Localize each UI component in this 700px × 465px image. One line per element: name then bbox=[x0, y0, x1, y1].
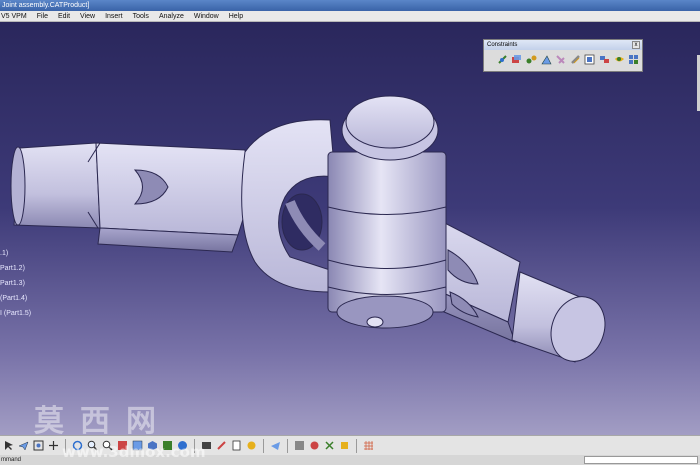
grid-icon[interactable] bbox=[362, 439, 375, 452]
3d-viewport[interactable]: .1) Part1.2) Part1.3) (Part1.4) I (Part1… bbox=[0, 22, 700, 435]
pan-icon[interactable] bbox=[47, 439, 60, 452]
menu-file[interactable]: File bbox=[32, 13, 53, 20]
window-title: Joint assembly.CATProduct] bbox=[0, 0, 700, 11]
measure-icon[interactable] bbox=[245, 439, 258, 452]
menu-bar: V5 VPM File Edit View Insert Tools Analy… bbox=[0, 11, 700, 22]
constraints-toolbar-title: Constraints bbox=[487, 42, 518, 48]
watermark-logo: 莫西网 bbox=[34, 404, 172, 439]
menu-analyze[interactable]: Analyze bbox=[154, 13, 189, 20]
toolbar-separator bbox=[356, 438, 357, 453]
quick-constraint-icon[interactable] bbox=[584, 53, 597, 66]
fly-mode-icon[interactable] bbox=[17, 439, 30, 452]
manipulate-icon[interactable] bbox=[293, 439, 306, 452]
menu-help[interactable]: Help bbox=[224, 13, 248, 20]
menu-insert[interactable]: Insert bbox=[100, 13, 128, 20]
close-icon[interactable]: x bbox=[632, 41, 640, 49]
fit-all-icon[interactable] bbox=[32, 439, 45, 452]
select-icon[interactable] bbox=[2, 439, 15, 452]
constraints-toolbar[interactable]: Constraints x bbox=[483, 39, 643, 72]
change-constraint-icon[interactable] bbox=[613, 53, 626, 66]
menu-tools[interactable]: Tools bbox=[128, 13, 154, 20]
menu-edit[interactable]: Edit bbox=[53, 13, 75, 20]
tree-item[interactable]: Part1.2) bbox=[0, 261, 31, 276]
tree-item[interactable]: .1) bbox=[0, 246, 31, 261]
toolbar-separator bbox=[287, 438, 288, 453]
angle-constraint-icon[interactable] bbox=[540, 53, 553, 66]
toolbar-separator bbox=[263, 438, 264, 453]
joint-assembly-model[interactable] bbox=[0, 22, 700, 435]
contact-constraint-icon[interactable] bbox=[511, 53, 524, 66]
specification-tree: .1) Part1.2) Part1.3) (Part1.4) I (Part1… bbox=[0, 246, 31, 321]
scene-icon[interactable] bbox=[338, 439, 351, 452]
menu-window[interactable]: Window bbox=[189, 13, 224, 20]
tree-item[interactable]: (Part1.4) bbox=[0, 291, 31, 306]
menu-v5vpm[interactable]: V5 VPM bbox=[0, 13, 32, 20]
tree-item[interactable]: Part1.3) bbox=[0, 276, 31, 291]
command-input[interactable] bbox=[584, 456, 698, 464]
analyze-icon[interactable] bbox=[269, 439, 282, 452]
explode-icon[interactable] bbox=[323, 439, 336, 452]
status-text: mmand bbox=[1, 457, 22, 463]
fix-together-icon[interactable] bbox=[569, 53, 582, 66]
tree-item[interactable]: I (Part1.5) bbox=[0, 306, 31, 321]
watermark-url: www.3dmox.com bbox=[62, 443, 206, 461]
constraints-toolbar-header[interactable]: Constraints x bbox=[484, 40, 642, 50]
catalog-icon[interactable] bbox=[230, 439, 243, 452]
flexible-subassembly-icon[interactable] bbox=[598, 53, 611, 66]
coincidence-constraint-icon[interactable] bbox=[496, 53, 509, 66]
update-icon[interactable] bbox=[215, 439, 228, 452]
offset-constraint-icon[interactable] bbox=[525, 53, 538, 66]
fix-component-icon[interactable] bbox=[554, 53, 567, 66]
menu-view[interactable]: View bbox=[75, 13, 100, 20]
reuse-pattern-icon[interactable] bbox=[627, 53, 640, 66]
snap-icon[interactable] bbox=[308, 439, 321, 452]
